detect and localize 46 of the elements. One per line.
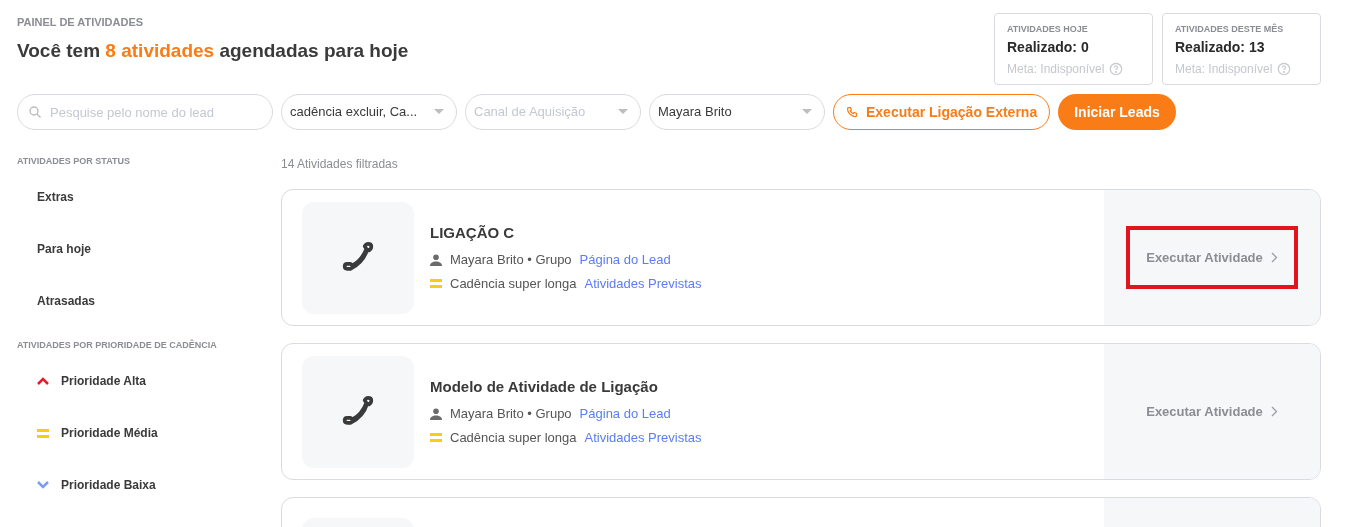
equals-icon — [430, 433, 442, 442]
help-icon — [1109, 61, 1124, 76]
filter-item[interactable]: Prioridade Média — [17, 407, 281, 459]
stat-label: ATIVIDADES HOJE — [1007, 23, 1089, 36]
filter-item[interactable]: Prioridade Baixa — [17, 459, 281, 511]
chevron-up-icon — [37, 377, 49, 385]
equals-icon — [37, 428, 49, 438]
stat-meta: Meta: Indisponível — [1007, 60, 1105, 78]
owner-text: Mayara Brito • Grupo — [450, 251, 572, 270]
stat-label: ATIVIDADES DESTE MÊS — [1175, 23, 1285, 36]
search-icon — [29, 106, 41, 118]
cadence-text: Cadência super longa — [450, 274, 577, 293]
filter-item[interactable]: Atrasadas — [17, 275, 281, 327]
section-heading: ATIVIDADES POR PRIORIDADE DE CADÊNCIA — [17, 339, 218, 352]
search-field[interactable]: Pesquise pelo nome do lead — [17, 94, 273, 130]
help-icon — [1277, 61, 1292, 76]
chevron-down-icon — [37, 481, 49, 489]
stat-value: Realizado: 0 — [1007, 37, 1090, 57]
lead-page-link[interactable]: Página do Lead — [579, 404, 671, 424]
planned-activities-link[interactable]: Atividades Previstas — [584, 427, 702, 448]
chevron-right-icon — [1270, 406, 1278, 417]
person-icon — [430, 254, 442, 266]
filter-item[interactable]: Extras — [17, 171, 281, 223]
lead-page-link[interactable]: Página do Lead — [579, 250, 671, 270]
filtered-count: 14 Atividades filtradas — [281, 156, 399, 173]
equals-icon — [430, 279, 442, 288]
section-heading: ATIVIDADES POR STATUS — [17, 155, 131, 168]
chevron-right-icon — [1270, 252, 1278, 263]
person-icon — [430, 408, 442, 420]
cadence-text: Cadência super longa — [450, 428, 577, 447]
planned-activities-link[interactable]: Atividades Previstas — [584, 273, 702, 294]
filter-item[interactable]: Para hoje — [17, 223, 281, 275]
activity-title: Modelo de Atividade de Ligação — [430, 376, 659, 397]
page-eyebrow: PAINEL DE ATIVIDADES — [17, 15, 145, 30]
caret-icon — [618, 109, 628, 115]
stat-value: Realizado: 13 — [1175, 37, 1266, 57]
caret-icon — [802, 109, 812, 115]
activity-title: LIGAÇÃO C — [430, 222, 516, 243]
phone-icon — [846, 106, 858, 118]
owner-text: Mayara Brito • Grupo — [450, 405, 572, 424]
execute-activity-button[interactable]: Executar Atividade — [1126, 225, 1298, 290]
filter-item[interactable]: Prioridade Alta — [17, 355, 281, 407]
caret-icon — [434, 109, 444, 115]
page-title: Você tem 8 atividades agendadas para hoje — [17, 38, 409, 63]
stat-meta: Meta: Indisponível — [1175, 60, 1273, 78]
start-leads-button[interactable]: Iniciar Leads — [1058, 94, 1176, 130]
